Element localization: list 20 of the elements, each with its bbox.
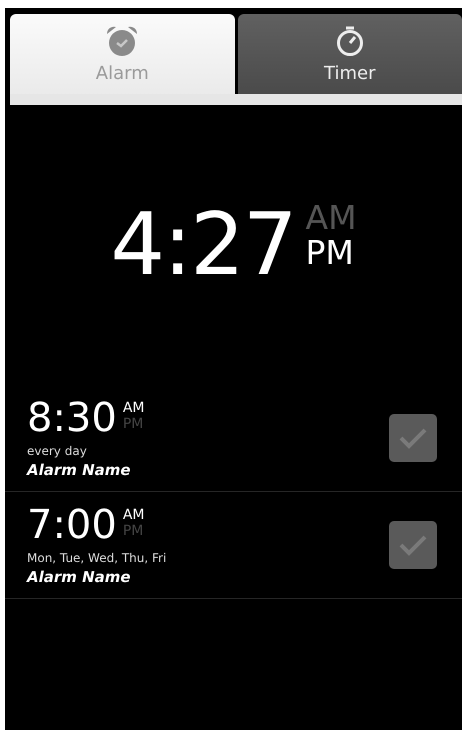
check-icon bbox=[398, 426, 428, 450]
tab[interactable]: Timer bbox=[238, 14, 462, 94]
alarm-time: 8:30 bbox=[27, 398, 117, 438]
period-label: AM bbox=[122, 400, 144, 416]
period-label: PM bbox=[306, 236, 355, 271]
stopwatch-icon bbox=[334, 24, 365, 56]
period-label: AM bbox=[122, 506, 144, 524]
alarm-name: Alarm Name bbox=[27, 460, 132, 478]
period-label: PM bbox=[122, 416, 144, 434]
alarm-name: Alarm Name bbox=[27, 568, 132, 586]
alarm-checkbox[interactable] bbox=[389, 414, 437, 462]
check-icon bbox=[398, 533, 428, 557]
alarm-time: 7:00 bbox=[27, 504, 117, 544]
repeat-days: Mon, Tue, Wed, Thu, Fri bbox=[27, 550, 389, 564]
alarm-checkbox[interactable] bbox=[389, 521, 437, 569]
current-time: 4:27 bbox=[110, 202, 296, 288]
repeat-days: every day bbox=[27, 444, 389, 458]
alarm-clock-icon bbox=[105, 24, 140, 56]
period-label: PM bbox=[122, 523, 144, 540]
period-label: AM bbox=[306, 201, 357, 236]
